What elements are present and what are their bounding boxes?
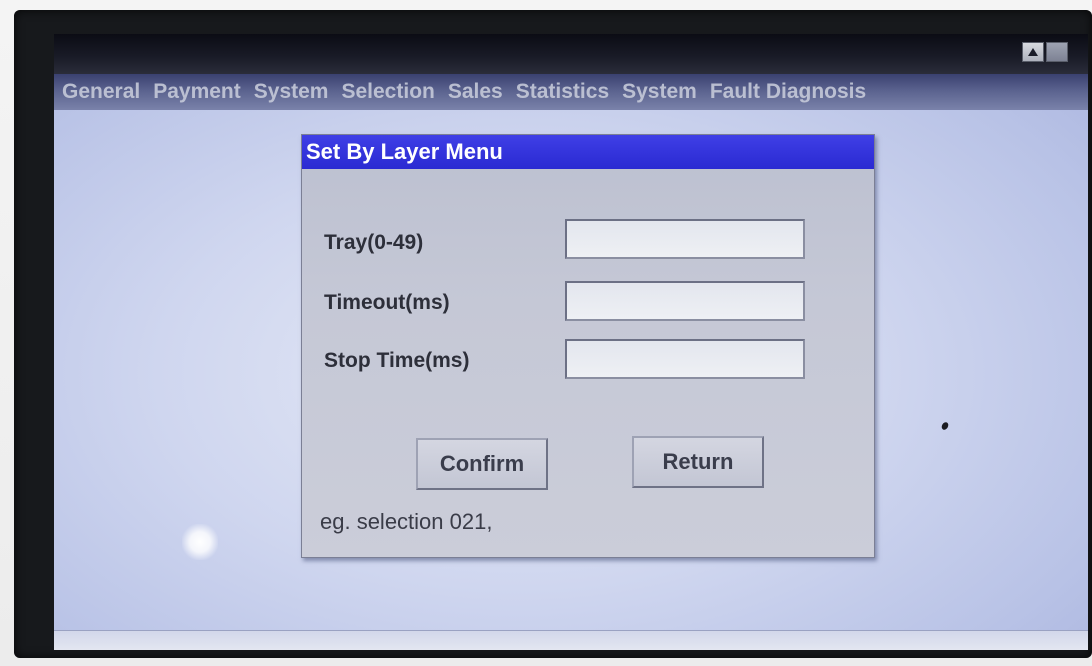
stop-time-input[interactable] [565, 339, 805, 379]
menu-item-fault-diagnosis[interactable]: Fault Diagnosis [700, 80, 869, 104]
menu-item-statistics[interactable]: Statistics [506, 80, 612, 104]
tray-input[interactable] [565, 219, 805, 259]
dust-speck [940, 421, 950, 431]
window-box-icon[interactable] [1046, 42, 1068, 62]
menu-item-sales[interactable]: Sales [438, 80, 506, 104]
menu-item-selection[interactable]: Selection [331, 80, 437, 104]
screen-glare [182, 524, 218, 560]
timeout-input[interactable] [565, 281, 805, 321]
scroll-up-icon[interactable] [1022, 42, 1044, 62]
touch-screen: General Payment System Selection Sales S… [54, 34, 1088, 650]
stop-time-label: Stop Time(ms) [324, 349, 470, 372]
set-by-layer-dialog: Set By Layer Menu Tray(0-49) Timeout(ms)… [301, 134, 875, 558]
bottom-status-bar [54, 630, 1088, 650]
device-bezel: General Payment System Selection Sales S… [14, 10, 1092, 658]
hint-text: eg. selection 021, [320, 509, 493, 534]
timeout-label: Timeout(ms) [324, 291, 450, 314]
menu-item-system-2[interactable]: System [612, 80, 700, 104]
menu-bar: General Payment System Selection Sales S… [54, 74, 1088, 110]
menu-item-system[interactable]: System [244, 80, 332, 104]
return-button[interactable]: Return [632, 436, 764, 488]
menu-item-payment[interactable]: Payment [143, 80, 244, 104]
photo-background: General Payment System Selection Sales S… [0, 0, 1092, 666]
window-title-bar [54, 34, 1088, 74]
menu-item-general[interactable]: General [54, 80, 143, 104]
tray-label: Tray(0-49) [324, 231, 424, 254]
confirm-button[interactable]: Confirm [416, 438, 548, 490]
dialog-title: Set By Layer Menu [302, 135, 874, 169]
